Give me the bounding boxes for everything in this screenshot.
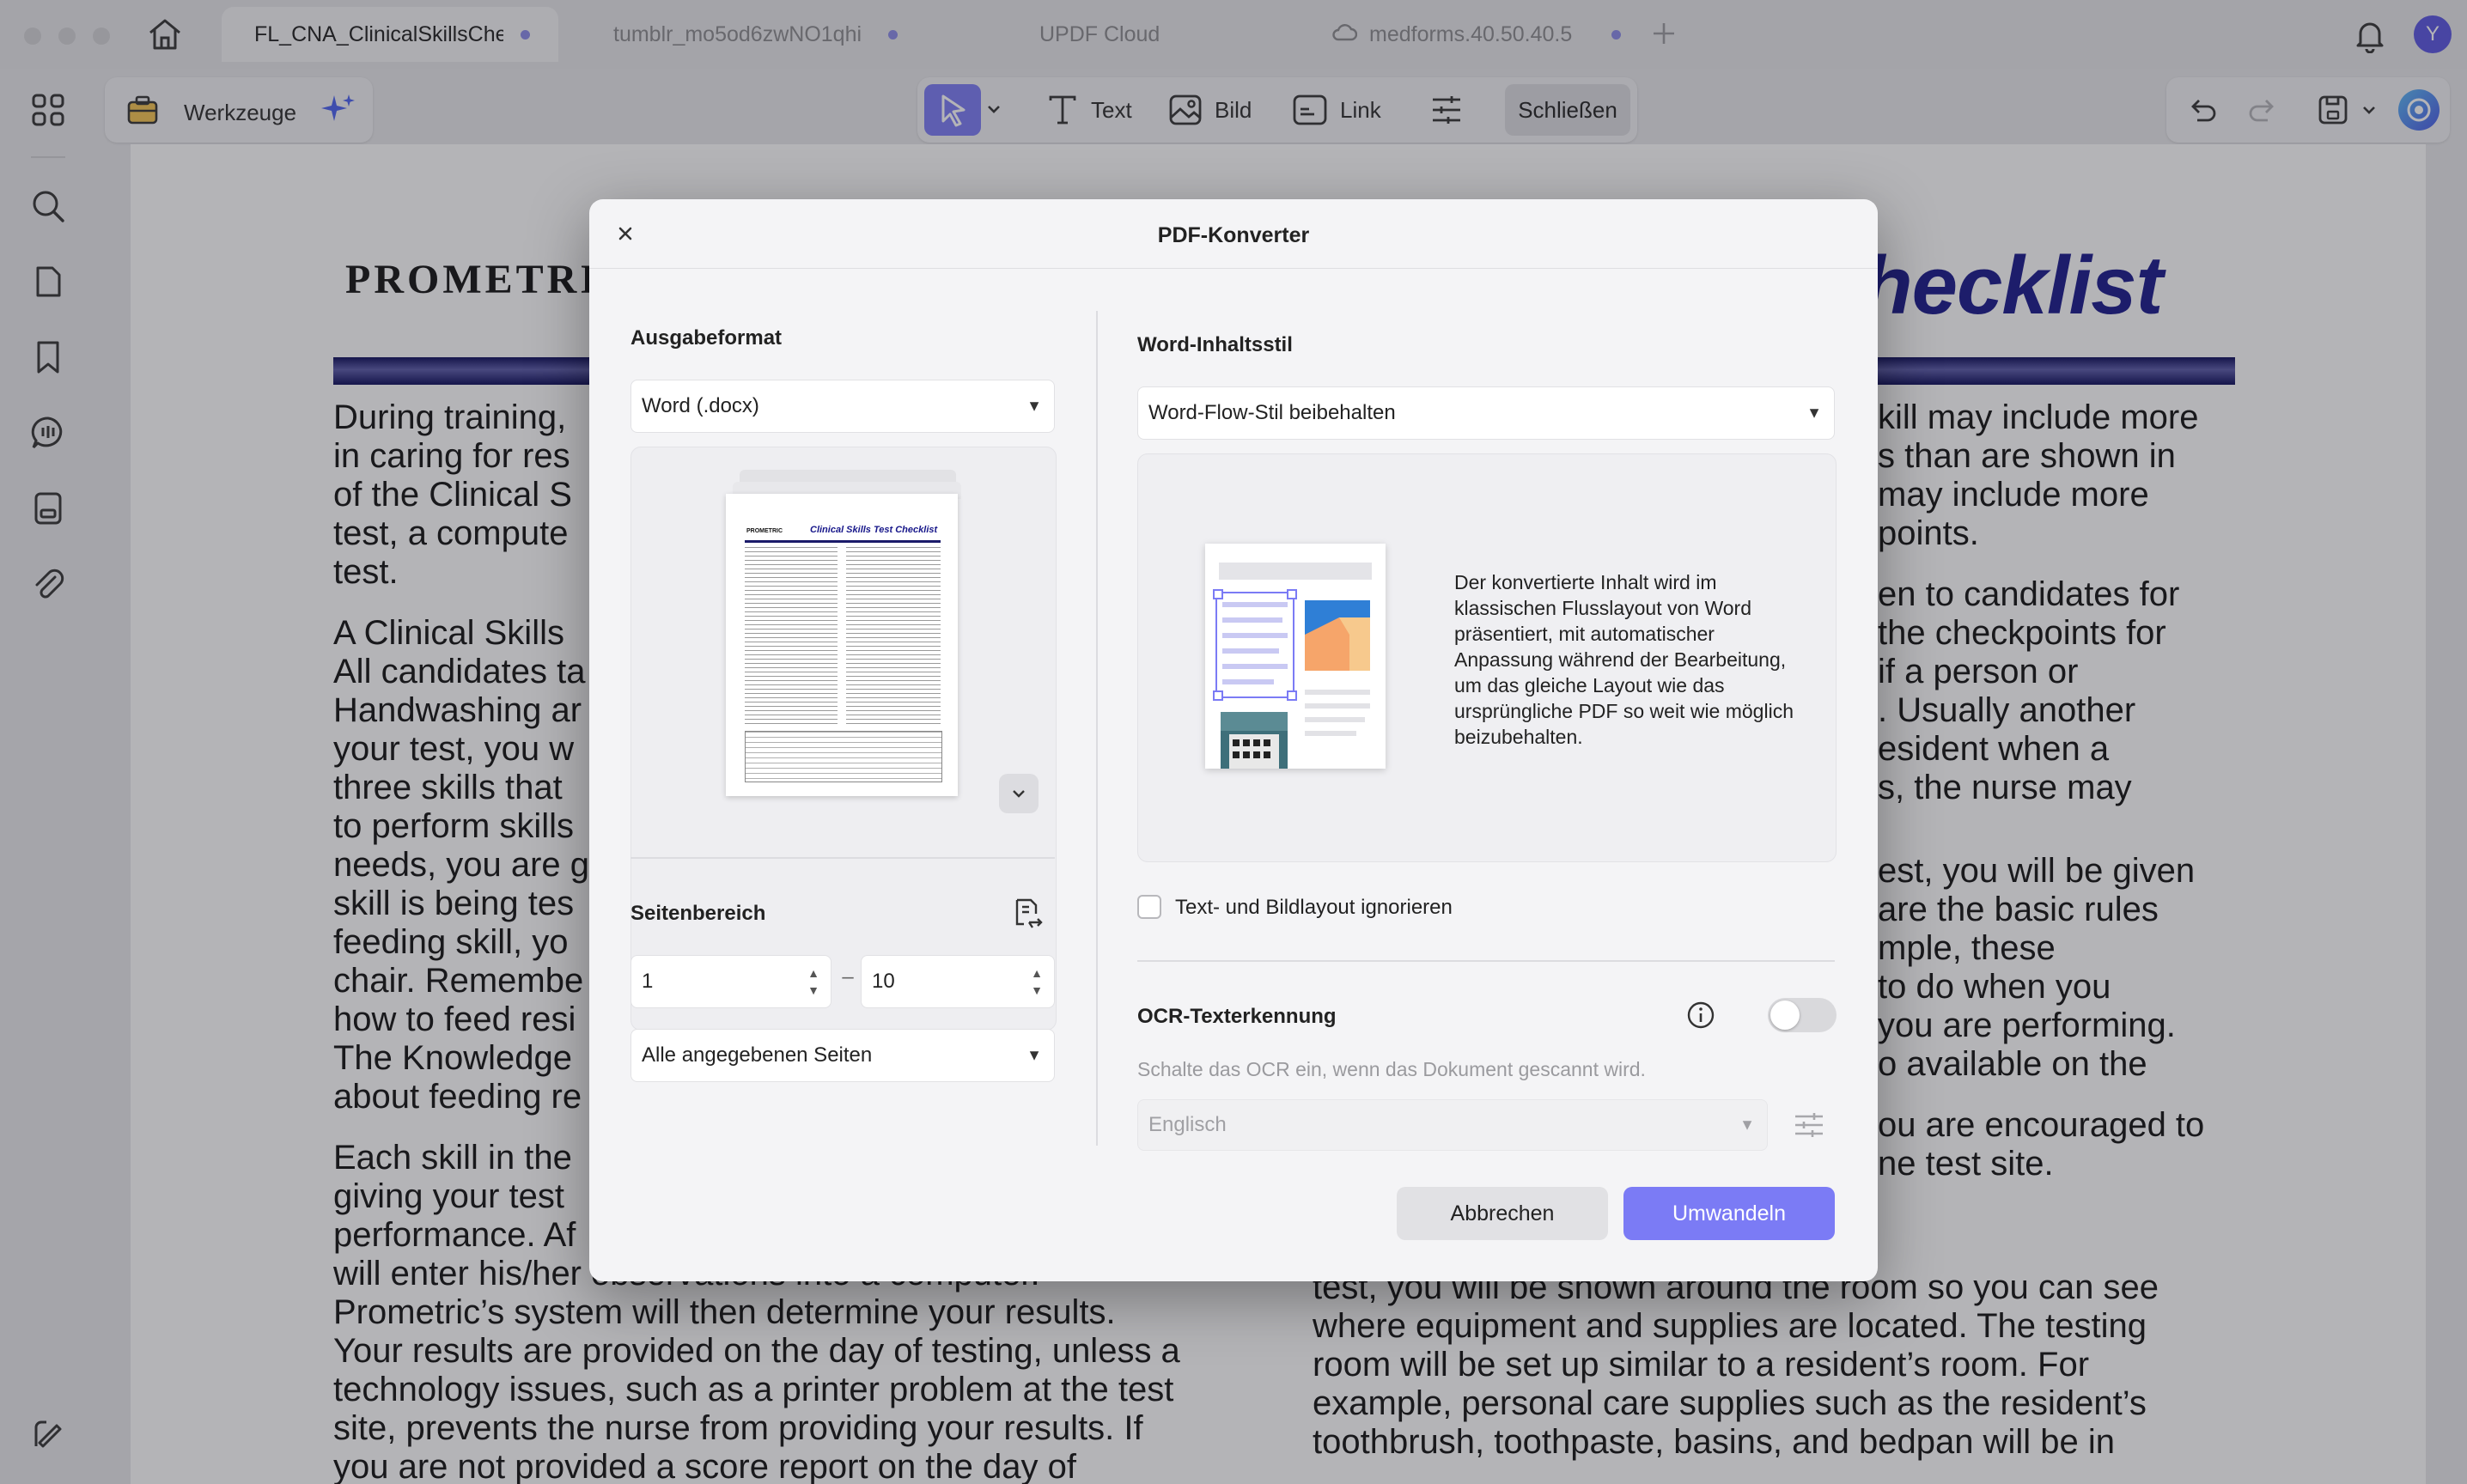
illus-line (1222, 633, 1288, 638)
output-format-label: Ausgabeformat (630, 326, 783, 350)
illus-line (1222, 648, 1279, 654)
range-from-input[interactable]: 1 ▲ ▼ (630, 955, 831, 1008)
thumbnail-text-left (745, 547, 838, 727)
pdf-converter-dialog: PDF-Konverter Ausgabeformat Word (.docx)… (589, 199, 1878, 1281)
flow-layout-illustration (1205, 544, 1386, 769)
illus-line (1305, 703, 1370, 709)
ocr-language-select[interactable]: Englisch ▼ (1137, 1099, 1768, 1151)
page-range-label: Seitenbereich (630, 902, 766, 925)
caret-down-icon: ▼ (1739, 1116, 1755, 1134)
content-style-value: Word-Flow-Stil beibehalten (1148, 401, 1396, 424)
thumbnail-panel: PROMETRIC Clinical Skills Test Checklist (630, 447, 1057, 1031)
stepper-arrows-icon[interactable]: ▲ ▼ (1028, 964, 1045, 999)
output-format-select[interactable]: Word (.docx) ▼ (630, 380, 1055, 433)
illus-image-block (1305, 600, 1370, 671)
thumbnail-rule (745, 540, 941, 543)
style-preview-panel: Der konvertierte Inhalt wird im klassisc… (1137, 453, 1837, 862)
illus-handle (1287, 690, 1297, 701)
illus-line (1222, 679, 1274, 684)
caret-down-icon: ▼ (1806, 404, 1822, 422)
convert-button[interactable]: Umwandeln (1623, 1187, 1835, 1240)
page-thumbnail[interactable]: PROMETRIC Clinical Skills Test Checklist (726, 494, 958, 796)
ocr-settings-icon[interactable] (1792, 1108, 1826, 1146)
thumbnail-table (745, 731, 942, 782)
content-style-select[interactable]: Word-Flow-Stil beibehalten ▼ (1137, 386, 1835, 440)
thumbnail-text-right (846, 547, 941, 727)
illus-line (1222, 664, 1288, 669)
toggle-knob (1770, 1000, 1800, 1030)
thumbnail-logo: PROMETRIC (746, 528, 783, 534)
content-style-label: Word-Inhaltsstil (1137, 333, 1293, 356)
caret-down-icon: ▼ (1026, 1046, 1042, 1064)
ocr-label: OCR-Texterkennung (1137, 1005, 1337, 1028)
cancel-label: Abbrechen (1450, 1201, 1555, 1226)
range-to-input[interactable]: 10 ▲ ▼ (861, 955, 1055, 1008)
section-divider (630, 857, 1055, 859)
illus-header-bar (1219, 563, 1372, 580)
ocr-hint: Schalte das OCR ein, wenn das Dokument g… (1137, 1058, 1646, 1080)
illus-line (1305, 690, 1370, 695)
range-from-value: 1 (642, 970, 654, 993)
thumbnail-heading: Clinical Skills Test Checklist (810, 525, 938, 535)
pages-subset-select[interactable]: Alle angegebenen Seiten ▼ (630, 1029, 1055, 1082)
caret-down-icon: ▼ (1026, 397, 1042, 415)
content-style-description: Der konvertierte Inhalt wird im klassisc… (1454, 571, 1794, 748)
illus-selection-box (1213, 589, 1297, 701)
convert-label: Umwandeln (1672, 1201, 1786, 1226)
ocr-language-value: Englisch (1148, 1113, 1227, 1136)
expand-thumbnail-button[interactable] (999, 774, 1039, 813)
dialog-header: PDF-Konverter (589, 199, 1878, 269)
illus-line (1222, 617, 1282, 623)
stepper-arrows-icon[interactable]: ▲ ▼ (805, 964, 822, 999)
column-divider (1096, 311, 1098, 1146)
illus-handle (1213, 589, 1223, 599)
illus-line (1305, 731, 1356, 736)
chevron-down-icon (1013, 790, 1025, 798)
ocr-toggle[interactable] (1768, 998, 1837, 1032)
pages-subset-value: Alle angegebenen Seiten (642, 1043, 873, 1067)
cancel-button[interactable]: Abbrechen (1397, 1187, 1608, 1240)
dialog-title: PDF-Konverter (1157, 223, 1310, 247)
ignore-layout-checkbox[interactable] (1137, 895, 1161, 919)
illus-handle (1287, 589, 1297, 599)
info-icon[interactable] (1685, 1000, 1716, 1035)
range-to-value: 10 (872, 970, 895, 993)
illus-line (1305, 717, 1365, 722)
illus-line (1222, 602, 1288, 607)
page-range-swap-icon[interactable] (1010, 897, 1045, 935)
section-divider (1137, 960, 1835, 962)
illus-photo-block (1221, 712, 1288, 769)
ignore-layout-label: Text- und Bildlayout ignorieren (1175, 896, 1453, 919)
illus-handle (1213, 690, 1223, 701)
output-format-value: Word (.docx) (642, 394, 759, 417)
range-separator: – (842, 965, 854, 988)
